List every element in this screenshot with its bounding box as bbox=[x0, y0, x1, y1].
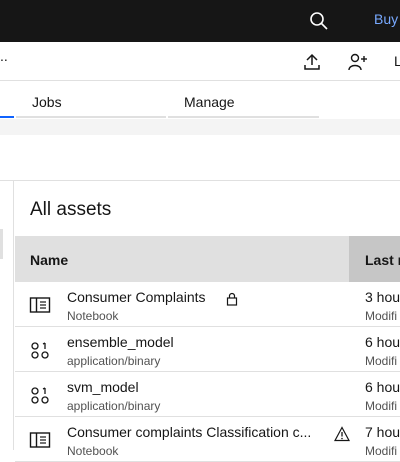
buy-link[interactable]: Buy bbox=[374, 11, 398, 27]
column-header-last-modified[interactable]: Last m bbox=[365, 252, 400, 268]
asset-modified: Modifi bbox=[365, 444, 398, 458]
notebook-icon bbox=[29, 432, 51, 448]
tab-jobs[interactable]: Jobs bbox=[32, 81, 62, 119]
side-panel-rail bbox=[0, 181, 14, 450]
side-panel-toggle[interactable] bbox=[0, 229, 3, 259]
asset-modified: Modifi bbox=[365, 399, 398, 413]
project-tabs: Jobs Manage bbox=[0, 81, 400, 119]
upload-icon[interactable] bbox=[302, 52, 322, 72]
asset-time: 3 hou bbox=[365, 289, 400, 305]
tab-manage[interactable]: Manage bbox=[184, 81, 235, 119]
table-row[interactable]: Consumer Complaints Notebook 3 hou Modif… bbox=[15, 282, 400, 327]
asset-type: Notebook bbox=[67, 309, 119, 323]
add-collaborator-icon[interactable] bbox=[347, 52, 369, 72]
assets-panel: All assets Name Last m Consumer Complain… bbox=[15, 181, 400, 462]
table-row[interactable]: svm_model application/binary 6 hou Modif… bbox=[15, 372, 400, 417]
top-navigation-bar: Buy bbox=[0, 0, 400, 42]
asset-time: 6 hou bbox=[365, 334, 400, 350]
notebook-icon bbox=[29, 297, 51, 313]
assets-title: All assets bbox=[30, 199, 112, 220]
breadcrumb-ellipsis[interactable]: .. bbox=[0, 48, 8, 64]
column-header-name[interactable]: Name bbox=[30, 252, 68, 268]
toolbar-more-label[interactable]: L bbox=[394, 53, 400, 69]
asset-modified: Modifi bbox=[365, 354, 398, 368]
active-tab-indicator bbox=[0, 116, 14, 118]
assets-table-header: Name Last m bbox=[15, 236, 400, 282]
asset-name[interactable]: Consumer Complaints bbox=[67, 289, 206, 305]
model-icon bbox=[31, 387, 49, 404]
asset-type: application/binary bbox=[67, 399, 161, 413]
project-toolbar: .. L bbox=[0, 42, 400, 81]
asset-name[interactable]: Consumer complaints Classification c... bbox=[67, 424, 311, 440]
content-separator bbox=[0, 119, 400, 135]
content-header bbox=[0, 135, 400, 181]
asset-time: 6 hou bbox=[365, 379, 400, 395]
asset-type: Notebook bbox=[67, 444, 119, 458]
asset-modified: Modifi bbox=[365, 309, 398, 323]
asset-name[interactable]: svm_model bbox=[67, 379, 139, 395]
warning-icon bbox=[334, 426, 350, 442]
asset-name[interactable]: ensemble_model bbox=[67, 334, 174, 350]
lock-icon bbox=[226, 292, 238, 306]
table-row[interactable]: ensemble_model application/binary 6 hou … bbox=[15, 327, 400, 372]
search-icon[interactable] bbox=[309, 11, 329, 31]
table-row[interactable]: Consumer complaints Classification c... … bbox=[15, 417, 400, 462]
asset-type: application/binary bbox=[67, 354, 161, 368]
tab-divider bbox=[168, 116, 319, 118]
tab-divider bbox=[16, 116, 166, 118]
asset-time: 7 hou bbox=[365, 424, 400, 440]
model-icon bbox=[31, 342, 49, 359]
